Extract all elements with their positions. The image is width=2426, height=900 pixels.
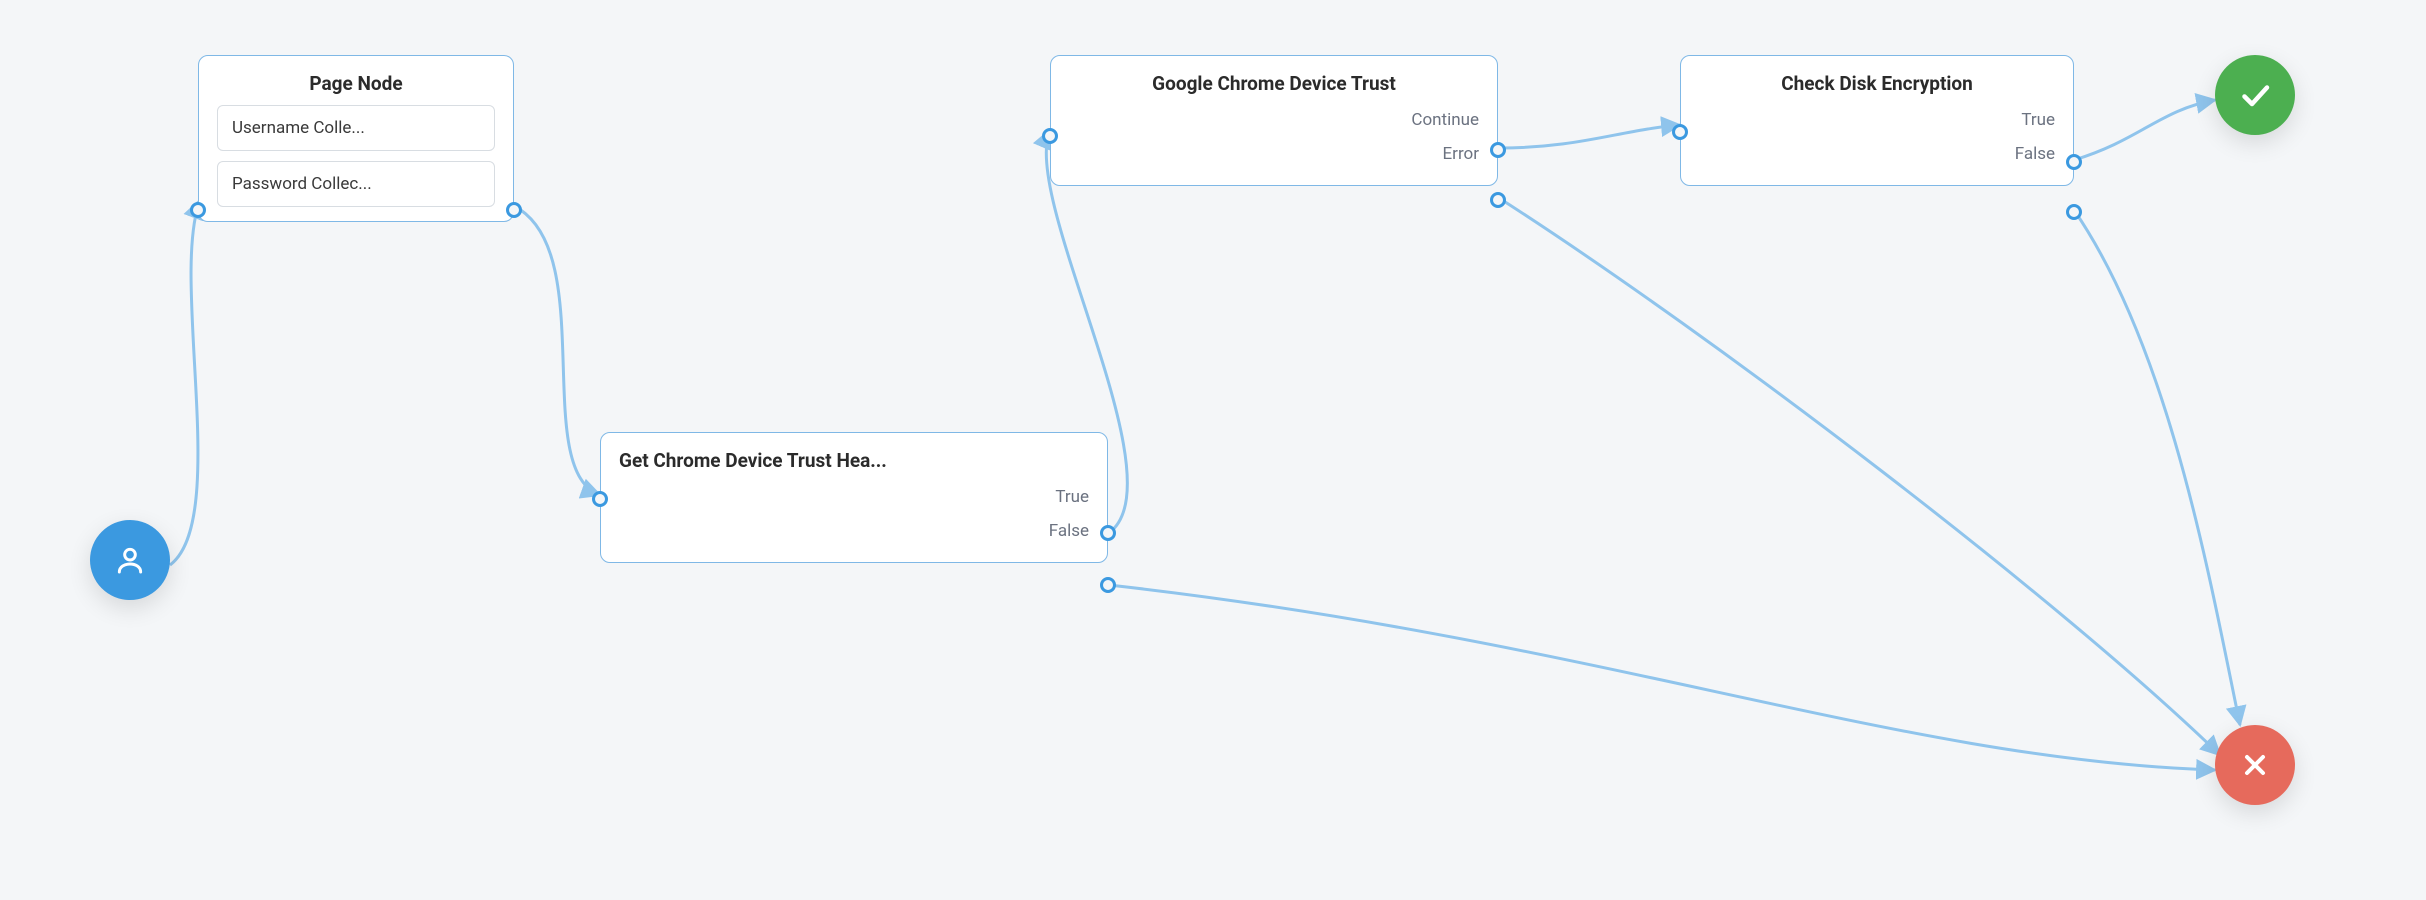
- port-in[interactable]: [1042, 128, 1058, 144]
- output-row-false: False: [1699, 137, 2055, 171]
- node-page-node[interactable]: Page Node Username Colle... Password Col…: [198, 55, 514, 222]
- flow-canvas[interactable]: Page Node Username Colle... Password Col…: [0, 0, 2426, 900]
- output-label: True: [1055, 487, 1089, 507]
- port-out-continue[interactable]: [1490, 142, 1506, 158]
- fail-node[interactable]: [2215, 725, 2295, 805]
- port-out-false[interactable]: [1100, 577, 1116, 593]
- output-row-error: Error: [1069, 137, 1479, 171]
- check-icon: [2237, 77, 2273, 113]
- node-google-chrome-device-trust[interactable]: Google Chrome Device Trust Continue Erro…: [1050, 55, 1498, 186]
- output-row-true: True: [619, 480, 1089, 514]
- node-title: Check Disk Encryption: [1699, 72, 2055, 95]
- output-label: False: [1049, 521, 1089, 541]
- person-icon: [114, 544, 146, 576]
- port-out[interactable]: [506, 202, 522, 218]
- node-title: Get Chrome Device Trust Hea...: [619, 449, 1089, 472]
- port-out-true[interactable]: [1100, 525, 1116, 541]
- node-child-password-collector[interactable]: Password Collec...: [217, 161, 495, 207]
- port-out-false[interactable]: [2066, 204, 2082, 220]
- output-row-continue: Continue: [1069, 103, 1479, 137]
- port-in[interactable]: [1672, 124, 1688, 140]
- close-icon: [2239, 749, 2271, 781]
- node-check-disk-encryption[interactable]: Check Disk Encryption True False: [1680, 55, 2074, 186]
- output-row-true: True: [1699, 103, 2055, 137]
- output-label: Continue: [1411, 110, 1479, 130]
- start-node[interactable]: [90, 520, 170, 600]
- output-row-false: False: [619, 514, 1089, 548]
- node-child-username-collector[interactable]: Username Colle...: [217, 105, 495, 151]
- success-node[interactable]: [2215, 55, 2295, 135]
- output-label: Error: [1443, 144, 1479, 164]
- port-in[interactable]: [190, 202, 206, 218]
- output-label: False: [2015, 144, 2055, 164]
- port-in[interactable]: [592, 491, 608, 507]
- port-out-error[interactable]: [1490, 192, 1506, 208]
- node-get-chrome-device-trust-headers[interactable]: Get Chrome Device Trust Hea... True Fals…: [600, 432, 1108, 563]
- port-out-true[interactable]: [2066, 154, 2082, 170]
- node-title: Page Node: [217, 72, 495, 95]
- node-title: Google Chrome Device Trust: [1069, 72, 1479, 95]
- output-label: True: [2021, 110, 2055, 130]
